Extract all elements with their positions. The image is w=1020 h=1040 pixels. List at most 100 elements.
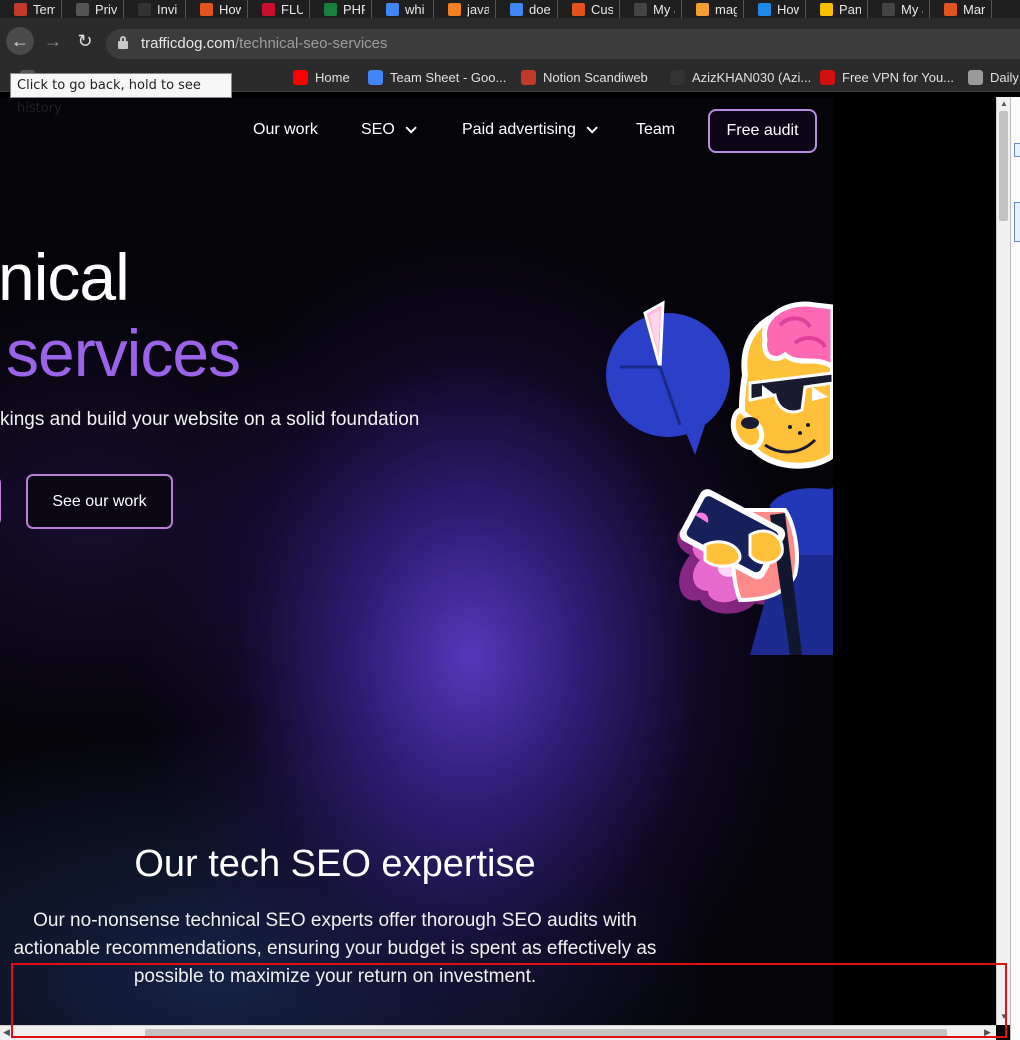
devtools-edge-panel [1010, 97, 1020, 1040]
browser-tab-label: My a [653, 1, 675, 17]
browser-tab[interactable]: My a [868, 0, 930, 18]
browser-tab[interactable]: FLU [248, 0, 310, 18]
pan-yellow-icon [820, 2, 833, 16]
nav-paid-advertising-label: Paid advertising [462, 121, 576, 138]
pan-icon [634, 2, 647, 16]
youtube-icon [293, 70, 308, 85]
horizontal-scrollbar[interactable]: ◀ ▶ [0, 1025, 996, 1040]
browser-tab-label: whi [405, 1, 425, 17]
vertical-scrollbar[interactable]: ▲ ▼ [996, 97, 1010, 1025]
bookmark-item[interactable]: Free VPN for You... [820, 70, 954, 85]
browser-tab[interactable]: How [744, 0, 806, 18]
notion-icon [521, 70, 536, 85]
bookmark-item[interactable]: Notion Scandiweb [521, 70, 648, 85]
hero-title-line1: nical [0, 240, 130, 314]
pan-icon [882, 2, 895, 16]
nav-seo[interactable]: SEO [361, 121, 417, 139]
back-tooltip: Click to go back, hold to see history [10, 73, 232, 116]
browser-tab-label: Tem [33, 1, 55, 17]
browser-tab[interactable]: Invi [124, 0, 186, 18]
vertical-scroll-thumb[interactable] [999, 111, 1008, 221]
browser-tab-label: PHF [343, 1, 365, 17]
magento-icon [200, 2, 213, 16]
scroll-up-icon[interactable]: ▲ [1000, 99, 1008, 108]
page-viewport: Our work SEO Paid advertising Team Free … [0, 97, 996, 1025]
stackoverflow-icon [448, 2, 461, 16]
folder-icon [968, 70, 983, 85]
reload-icon[interactable]: ↻ [75, 31, 95, 51]
lock-icon[interactable] [118, 36, 128, 49]
browser-tab-label: How [219, 1, 241, 17]
primary-cta-button[interactable] [0, 475, 1, 527]
bookmark-item[interactable]: Home [293, 70, 350, 85]
nav-team-label: Team [636, 121, 676, 138]
browser-tab[interactable]: Pan [806, 0, 868, 18]
horizontal-scroll-thumb[interactable] [145, 1029, 947, 1038]
bookmark-label: Notion Scandiweb [543, 70, 648, 85]
nav-seo-label: SEO [361, 121, 395, 138]
browser-tab-label: My a [901, 1, 923, 17]
browser-tab-label: Invi [157, 1, 178, 17]
bookmark-label: Team Sheet - Goo... [390, 70, 507, 85]
browser-tab[interactable]: Priv [62, 0, 124, 18]
panel-tab[interactable] [1014, 202, 1020, 242]
url-domain: trafficdog.com [141, 35, 235, 52]
nav-our-work[interactable]: Our work [253, 121, 318, 139]
vpn-icon [820, 70, 835, 85]
back-arrow-icon[interactable]: ← [10, 31, 30, 51]
tab-strip: Tem Priv Invi How FLU PHF whi java doe Cust My a ma… [0, 0, 1020, 18]
browser-tab[interactable]: Tem [0, 0, 62, 18]
browser-tab[interactable]: doe [496, 0, 558, 18]
bookmark-item[interactable]: Team Sheet - Goo... [368, 70, 506, 85]
browser-tab[interactable]: mag [682, 0, 744, 18]
red-icon [14, 2, 27, 16]
nav-our-work-label: Our work [253, 121, 318, 138]
magento-icon [572, 2, 585, 16]
bookmark-item[interactable]: Daily [968, 70, 1019, 85]
site-nav: Our work SEO Paid advertising Team Free … [0, 109, 833, 153]
browser-tab[interactable]: Mar [930, 0, 992, 18]
browser-toolbar: ← → ↻ trafficdog.com/technical-seo-servi… [0, 18, 1020, 64]
scroll-left-icon[interactable]: ◀ [3, 1027, 10, 1038]
box-icon [696, 2, 709, 16]
browser-tab-label: Mar [963, 1, 985, 17]
google-icon [386, 2, 399, 16]
url-path: /technical-seo-services [234, 35, 388, 52]
github-icon [670, 70, 685, 85]
page-margin [833, 97, 996, 1025]
browser-tab[interactable]: Cust [558, 0, 620, 18]
browser-tab-label: doe [529, 1, 551, 17]
hero-title-line2: services [6, 316, 241, 390]
w-icon [324, 2, 337, 16]
d-icon [76, 2, 89, 16]
bookmark-label: AzizKHAN030 (Azi... [692, 70, 812, 85]
scroll-right-icon[interactable]: ▶ [984, 1027, 991, 1038]
bookmark-label: Home [315, 70, 350, 85]
scroll-down-icon[interactable]: ▼ [1000, 1012, 1008, 1021]
dog-mascot-illustration [606, 300, 833, 655]
nav-paid-advertising[interactable]: Paid advertising [462, 121, 598, 139]
forward-arrow-icon[interactable]: → [43, 31, 63, 51]
chevron-down-icon [405, 122, 417, 134]
expertise-paragraph: Our no-nonsense technical SEO experts of… [13, 910, 657, 987]
browser-tab-label: Priv [95, 1, 117, 17]
browser-tab-label: Pan [839, 1, 861, 17]
browser-tab[interactable]: whi [372, 0, 434, 18]
browser-tab-label: java [467, 1, 489, 17]
mage-icon [758, 2, 771, 16]
panel-tab[interactable] [1014, 143, 1020, 157]
google-icon [368, 70, 383, 85]
github-icon [138, 2, 151, 16]
browser-tab[interactable]: How [186, 0, 248, 18]
magento-icon [944, 2, 957, 16]
browser-tab[interactable]: PHF [310, 0, 372, 18]
see-our-work-button[interactable]: See our work [26, 474, 173, 529]
browser-tab-label: How [777, 1, 799, 17]
nav-team[interactable]: Team [636, 121, 675, 139]
address-bar[interactable]: trafficdog.com/technical-seo-services [106, 29, 1020, 59]
browser-tab[interactable]: My a [620, 0, 682, 18]
browser-tab[interactable]: java [434, 0, 496, 18]
free-audit-button[interactable]: Free audit [708, 109, 817, 153]
url-text[interactable]: trafficdog.com/technical-seo-services [141, 35, 388, 52]
bookmark-item[interactable]: AzizKHAN030 (Azi... [670, 70, 811, 85]
